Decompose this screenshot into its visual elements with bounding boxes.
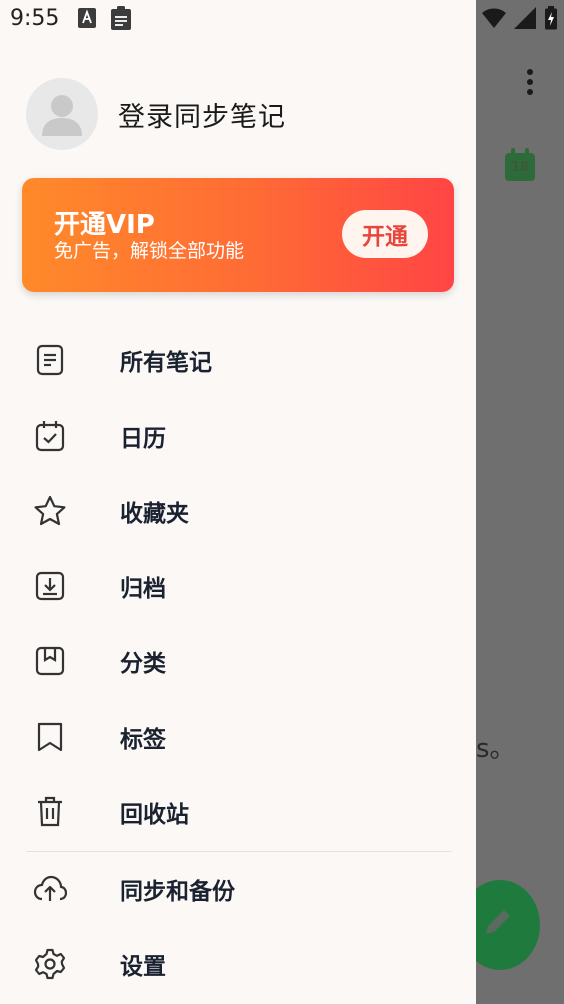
menu-label-sync-backup: 同步和备份: [120, 879, 235, 905]
cloud-upload-icon: [32, 871, 68, 907]
vip-banner[interactable]: 开通VIP 免广告，解锁全部功能 开通: [22, 178, 454, 292]
menu-item-all-notes[interactable]: 所有笔记: [0, 328, 476, 392]
vip-subtitle: 免广告，解锁全部功能: [54, 240, 245, 262]
trash-icon: [32, 794, 68, 830]
folder-icon: [32, 643, 68, 679]
status-bar: 9:55: [0, 0, 564, 40]
wifi-icon: [482, 8, 506, 28]
calendar-check-icon: [32, 418, 68, 454]
menu-item-category[interactable]: 分类: [0, 629, 476, 693]
menu-label-tags: 标签: [120, 727, 166, 753]
navigation-drawer: 登录同步笔记 开通VIP 免广告，解锁全部功能 开通 所有笔记 日历 收藏夹 归…: [0, 0, 476, 1004]
menu-label-calendar: 日历: [120, 426, 166, 452]
divider: [26, 851, 452, 852]
menu-item-favorites[interactable]: 收藏夹: [0, 479, 476, 543]
menu-label-all-notes: 所有笔记: [120, 350, 212, 376]
menu-item-trash[interactable]: 回收站: [0, 780, 476, 844]
calendar-icon[interactable]: 18: [504, 148, 536, 182]
menu-label-trash: 回收站: [120, 802, 189, 828]
menu-label-category: 分类: [120, 651, 166, 677]
star-icon: [32, 493, 68, 529]
notes-icon: [32, 342, 68, 378]
clipboard-icon: [111, 6, 131, 30]
pencil-icon: [486, 910, 510, 934]
status-time: 9:55: [10, 6, 60, 31]
signal-icon: [514, 7, 536, 29]
menu-label-favorites: 收藏夹: [120, 501, 189, 527]
user-icon: [42, 95, 82, 136]
menu-label-settings: 设置: [120, 954, 166, 980]
archive-icon: [32, 568, 68, 604]
keyboard-a-icon: [78, 8, 96, 28]
battery-icon: [545, 6, 557, 30]
menu-item-calendar[interactable]: 日历: [0, 404, 476, 468]
calendar-day: 18: [510, 160, 530, 175]
more-options-icon[interactable]: [516, 64, 544, 100]
partial-text: s。: [476, 734, 516, 764]
menu-item-tags[interactable]: 标签: [0, 705, 476, 769]
bookmark-icon: [32, 719, 68, 755]
vip-open-button[interactable]: 开通: [342, 210, 428, 258]
menu-item-archive[interactable]: 归档: [0, 554, 476, 618]
avatar[interactable]: [26, 78, 98, 150]
menu-label-archive: 归档: [120, 576, 166, 602]
gear-icon: [32, 946, 68, 982]
menu-item-sync-backup[interactable]: 同步和备份: [0, 857, 476, 921]
status-right: [482, 6, 558, 30]
login-row[interactable]: 登录同步笔记: [26, 78, 286, 150]
login-sync-text[interactable]: 登录同步笔记: [118, 95, 286, 134]
menu-item-settings[interactable]: 设置: [0, 932, 476, 996]
